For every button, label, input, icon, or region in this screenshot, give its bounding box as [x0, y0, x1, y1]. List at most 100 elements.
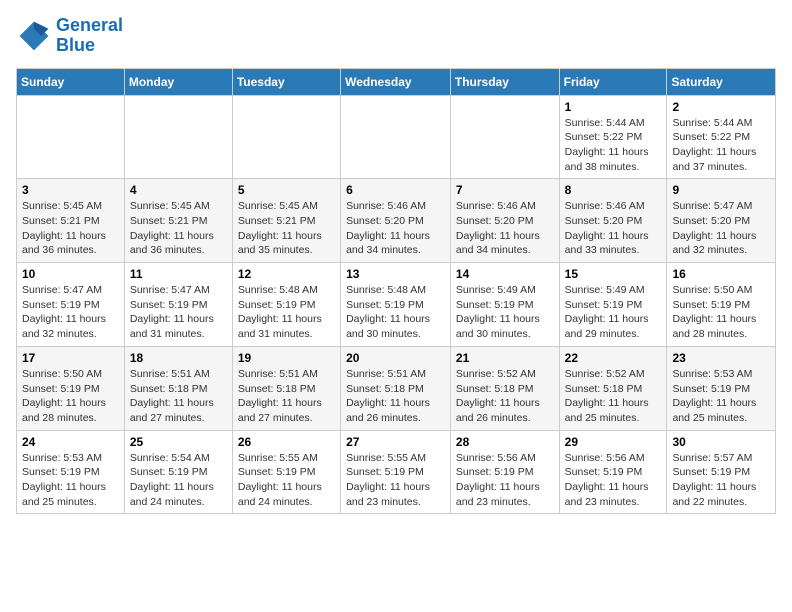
day-info: Sunrise: 5:47 AMSunset: 5:19 PMDaylight:…: [22, 283, 119, 342]
weekday-header-monday: Monday: [124, 68, 232, 95]
day-number: 20: [346, 351, 445, 365]
weekday-header-thursday: Thursday: [450, 68, 559, 95]
day-number: 21: [456, 351, 554, 365]
calendar-table: SundayMondayTuesdayWednesdayThursdayFrid…: [16, 68, 776, 515]
calendar-cell: 17 Sunrise: 5:50 AMSunset: 5:19 PMDayligh…: [17, 346, 125, 430]
day-number: 11: [130, 267, 227, 281]
day-number: 10: [22, 267, 119, 281]
day-number: 14: [456, 267, 554, 281]
calendar-cell: 23 Sunrise: 5:53 AMSunset: 5:19 PMDayligh…: [667, 346, 776, 430]
day-info: Sunrise: 5:52 AMSunset: 5:18 PMDaylight:…: [565, 367, 662, 426]
day-number: 28: [456, 435, 554, 449]
calendar-cell: 27 Sunrise: 5:55 AMSunset: 5:19 PMDayligh…: [341, 430, 451, 514]
calendar-cell: 3 Sunrise: 5:45 AMSunset: 5:21 PMDaylight…: [17, 179, 125, 263]
day-info: Sunrise: 5:55 AMSunset: 5:19 PMDaylight:…: [238, 451, 335, 510]
calendar-cell: 15Sunrise: 5:49 AMSunset: 5:19 PMDayligh…: [559, 263, 667, 347]
day-number: 27: [346, 435, 445, 449]
page-header: General Blue: [16, 16, 776, 56]
calendar-cell: 29 Sunrise: 5:56 AMSunset: 5:19 PMDayligh…: [559, 430, 667, 514]
calendar-cell: 14 Sunrise: 5:49 AMSunset: 5:19 PMDayligh…: [450, 263, 559, 347]
day-info: Sunrise: 5:49 AMSunset: 5:19 PMDaylight:…: [565, 283, 662, 342]
weekday-header-wednesday: Wednesday: [341, 68, 451, 95]
weekday-header-tuesday: Tuesday: [232, 68, 340, 95]
day-number: 30: [672, 435, 770, 449]
calendar-cell: 30 Sunrise: 5:57 AMSunset: 5:19 PMDayligh…: [667, 430, 776, 514]
day-info: Sunrise: 5:48 AMSunset: 5:19 PMDaylight:…: [346, 283, 445, 342]
calendar-cell: [341, 95, 451, 179]
day-info: Sunrise: 5:45 AMSunset: 5:21 PMDaylight:…: [22, 199, 119, 258]
day-info: Sunrise: 5:45 AMSunset: 5:21 PMDaylight:…: [130, 199, 227, 258]
calendar-cell: 19 Sunrise: 5:51 AMSunset: 5:18 PMDayligh…: [232, 346, 340, 430]
calendar-cell: 1Sunrise: 5:44 AMSunset: 5:22 PMDaylight…: [559, 95, 667, 179]
day-number: 19: [238, 351, 335, 365]
day-number: 5: [238, 183, 335, 197]
day-info: Sunrise: 5:56 AMSunset: 5:19 PMDaylight:…: [565, 451, 662, 510]
calendar-cell: 13 Sunrise: 5:48 AMSunset: 5:19 PMDayligh…: [341, 263, 451, 347]
day-number: 16: [672, 267, 770, 281]
day-info: Sunrise: 5:51 AMSunset: 5:18 PMDaylight:…: [238, 367, 335, 426]
day-number: 22: [565, 351, 662, 365]
logo-text: General Blue: [56, 16, 123, 56]
day-info: Sunrise: 5:45 AMSunset: 5:21 PMDaylight:…: [238, 199, 335, 258]
day-info: Sunrise: 5:52 AMSunset: 5:18 PMDaylight:…: [456, 367, 554, 426]
day-number: 13: [346, 267, 445, 281]
day-number: 18: [130, 351, 227, 365]
day-info: Sunrise: 5:47 AMSunset: 5:19 PMDaylight:…: [130, 283, 227, 342]
day-info: Sunrise: 5:57 AMSunset: 5:19 PMDaylight:…: [672, 451, 770, 510]
calendar-cell: 6 Sunrise: 5:46 AMSunset: 5:20 PMDaylight…: [341, 179, 451, 263]
day-number: 12: [238, 267, 335, 281]
calendar-cell: [232, 95, 340, 179]
day-info: Sunrise: 5:50 AMSunset: 5:19 PMDaylight:…: [672, 283, 770, 342]
calendar-cell: 21 Sunrise: 5:52 AMSunset: 5:18 PMDayligh…: [450, 346, 559, 430]
day-number: 2: [672, 100, 770, 114]
calendar-cell: 5 Sunrise: 5:45 AMSunset: 5:21 PMDaylight…: [232, 179, 340, 263]
day-number: 23: [672, 351, 770, 365]
day-number: 29: [565, 435, 662, 449]
calendar-cell: [17, 95, 125, 179]
calendar-cell: 28 Sunrise: 5:56 AMSunset: 5:19 PMDayligh…: [450, 430, 559, 514]
calendar-cell: 8 Sunrise: 5:46 AMSunset: 5:20 PMDaylight…: [559, 179, 667, 263]
day-info: Sunrise: 5:53 AMSunset: 5:19 PMDaylight:…: [22, 451, 119, 510]
day-number: 6: [346, 183, 445, 197]
calendar-cell: 22 Sunrise: 5:52 AMSunset: 5:18 PMDayligh…: [559, 346, 667, 430]
day-number: 1: [565, 100, 662, 114]
day-info: Sunrise: 5:47 AMSunset: 5:20 PMDaylight:…: [672, 199, 770, 258]
day-info: Sunrise: 5:56 AMSunset: 5:19 PMDaylight:…: [456, 451, 554, 510]
day-number: 3: [22, 183, 119, 197]
weekday-header-sunday: Sunday: [17, 68, 125, 95]
calendar-cell: 2 Sunrise: 5:44 AMSunset: 5:22 PMDaylight…: [667, 95, 776, 179]
day-info: Sunrise: 5:46 AMSunset: 5:20 PMDaylight:…: [346, 199, 445, 258]
calendar-cell: 24 Sunrise: 5:53 AMSunset: 5:19 PMDayligh…: [17, 430, 125, 514]
day-info: Sunrise: 5:46 AMSunset: 5:20 PMDaylight:…: [565, 199, 662, 258]
calendar-cell: 7 Sunrise: 5:46 AMSunset: 5:20 PMDaylight…: [450, 179, 559, 263]
day-info: Sunrise: 5:50 AMSunset: 5:19 PMDaylight:…: [22, 367, 119, 426]
weekday-header-saturday: Saturday: [667, 68, 776, 95]
calendar-cell: 16 Sunrise: 5:50 AMSunset: 5:19 PMDayligh…: [667, 263, 776, 347]
day-number: 4: [130, 183, 227, 197]
calendar-cell: 12Sunrise: 5:48 AMSunset: 5:19 PMDayligh…: [232, 263, 340, 347]
calendar-cell: 11 Sunrise: 5:47 AMSunset: 5:19 PMDayligh…: [124, 263, 232, 347]
day-number: 7: [456, 183, 554, 197]
calendar-cell: 26 Sunrise: 5:55 AMSunset: 5:19 PMDayligh…: [232, 430, 340, 514]
logo-icon: [16, 18, 52, 54]
calendar-cell: 9 Sunrise: 5:47 AMSunset: 5:20 PMDaylight…: [667, 179, 776, 263]
day-number: 17: [22, 351, 119, 365]
day-number: 9: [672, 183, 770, 197]
day-number: 26: [238, 435, 335, 449]
day-info: Sunrise: 5:49 AMSunset: 5:19 PMDaylight:…: [456, 283, 554, 342]
calendar-cell: 20Sunrise: 5:51 AMSunset: 5:18 PMDayligh…: [341, 346, 451, 430]
day-info: Sunrise: 5:53 AMSunset: 5:19 PMDaylight:…: [672, 367, 770, 426]
day-info: Sunrise: 5:46 AMSunset: 5:20 PMDaylight:…: [456, 199, 554, 258]
logo: General Blue: [16, 16, 123, 56]
day-number: 24: [22, 435, 119, 449]
calendar-cell: 4 Sunrise: 5:45 AMSunset: 5:21 PMDaylight…: [124, 179, 232, 263]
calendar-cell: 10 Sunrise: 5:47 AMSunset: 5:19 PMDayligh…: [17, 263, 125, 347]
day-number: 8: [565, 183, 662, 197]
calendar-cell: 18 Sunrise: 5:51 AMSunset: 5:18 PMDayligh…: [124, 346, 232, 430]
day-info: Sunrise: 5:51 AMSunset: 5:18 PMDaylight:…: [130, 367, 227, 426]
day-info: Sunrise: 5:54 AMSunset: 5:19 PMDaylight:…: [130, 451, 227, 510]
day-info: Sunrise: 5:55 AMSunset: 5:19 PMDaylight:…: [346, 451, 445, 510]
calendar-cell: 25Sunrise: 5:54 AMSunset: 5:19 PMDayligh…: [124, 430, 232, 514]
day-info: Sunrise: 5:44 AMSunset: 5:22 PMDaylight:…: [672, 116, 770, 175]
weekday-header-friday: Friday: [559, 68, 667, 95]
